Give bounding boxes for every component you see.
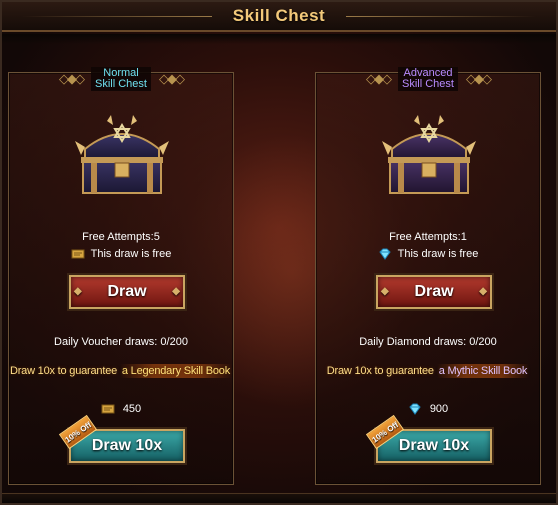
treasure-chest-icon bbox=[75, 115, 169, 194]
cost-value: 450 bbox=[122, 403, 142, 415]
draw-button[interactable]: Draw bbox=[69, 275, 185, 309]
treasure-chest-icon bbox=[382, 115, 476, 194]
diamond-icon bbox=[409, 403, 421, 415]
daily-draws-text: Daily Diamond draws: 0/200 bbox=[359, 336, 497, 348]
guarantee-text: Draw 10x to guarantee a Legendary Skill … bbox=[9, 364, 233, 378]
normal-chest-panel: ◇◆◇ Normal Skill Chest ◇◆◇ Free Attempts… bbox=[8, 67, 234, 485]
window-title: Skill Chest bbox=[232, 6, 326, 25]
guarantee-item: a Mythic Skill Book bbox=[436, 364, 530, 378]
advanced-chest-panel: ◇◆◇ Advanced Skill Chest ◇◆◇ Free Attemp… bbox=[315, 67, 541, 485]
draw10-cost: 900 bbox=[316, 403, 540, 415]
panel-title: Normal Skill Chest bbox=[91, 67, 151, 91]
voucher-icon bbox=[101, 404, 115, 414]
skill-chest-window: Skill Chest ◇◆◇ Normal Skill Chest ◇◆◇ F… bbox=[0, 0, 558, 505]
cost-value: 900 bbox=[429, 403, 449, 415]
ornament-icon: ◇◆◇ bbox=[366, 71, 392, 86]
free-draw-text: This draw is free bbox=[90, 248, 172, 260]
draw-button[interactable]: Draw bbox=[376, 275, 492, 309]
free-draw-text: This draw is free bbox=[397, 248, 479, 260]
guarantee-text: Draw 10x to guarantee a Mythic Skill Boo… bbox=[326, 364, 530, 378]
bottom-frame bbox=[2, 493, 556, 503]
diamond-icon bbox=[378, 248, 391, 260]
free-attempts-text: Free Attempts:5 bbox=[82, 231, 160, 243]
title-bar: Skill Chest bbox=[2, 2, 556, 32]
voucher-icon bbox=[71, 249, 85, 259]
guarantee-item: a Legendary Skill Book bbox=[119, 364, 233, 378]
ornament-icon: ◇◆◇ bbox=[465, 71, 492, 86]
ornament-icon: ◇◆◇ bbox=[59, 71, 85, 86]
panel-title: Advanced Skill Chest bbox=[398, 67, 458, 91]
free-attempts-text: Free Attempts:1 bbox=[389, 231, 467, 243]
daily-draws-text: Daily Voucher draws: 0/200 bbox=[54, 336, 188, 348]
ornament-icon: ◇◆◇ bbox=[158, 71, 185, 86]
draw10-cost: 450 bbox=[9, 403, 233, 415]
